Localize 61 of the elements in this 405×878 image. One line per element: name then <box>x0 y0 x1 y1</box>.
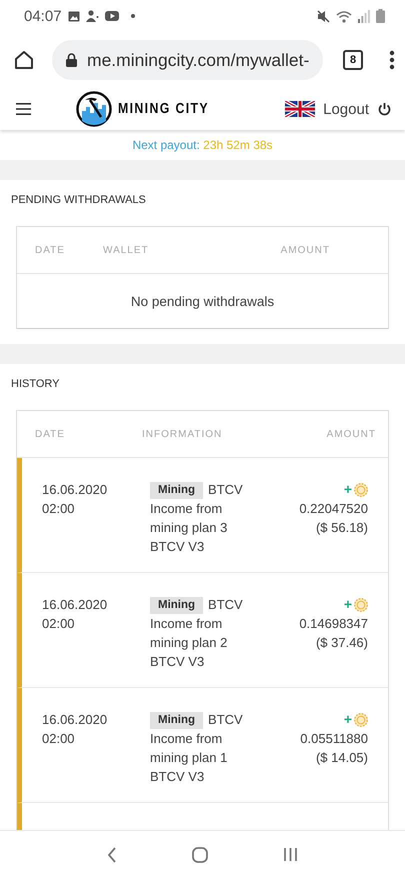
amount-value: 0.05511880 <box>300 730 368 748</box>
column-header: AMOUNT <box>280 244 330 256</box>
dot-icon <box>130 14 135 18</box>
currency-label: BTCV <box>208 712 243 727</box>
amount-usd: ($ 37.46) <box>316 634 368 652</box>
video-icon <box>104 11 119 21</box>
menu-icon[interactable] <box>16 103 31 115</box>
person-icon <box>86 10 99 22</box>
empty-message: No pending withdrawals <box>130 293 274 311</box>
transaction-time: 02:00 <box>42 730 76 748</box>
transaction-time: 02:00 <box>42 500 76 518</box>
coin-icon <box>354 712 368 726</box>
currency-label: BTCV <box>208 482 243 497</box>
more-menu-icon[interactable] <box>389 50 395 70</box>
transaction-date: 16.06.2020 <box>42 596 108 614</box>
wifi-icon <box>336 10 352 22</box>
transaction-date: 16.06.2020 <box>42 481 108 499</box>
currency-label: BTCV <box>208 597 243 612</box>
column-header: DATE <box>35 428 66 440</box>
coin-icon <box>354 598 368 612</box>
url-text: me.miningcity.com/mywallet- <box>87 50 310 70</box>
tab-count-button[interactable]: 8 <box>343 50 363 70</box>
column-header: INFORMATION <box>142 428 224 440</box>
category-tag: Mining <box>150 712 204 729</box>
amount-value: 0.14698347 <box>299 615 368 633</box>
column-header: DATE <box>35 244 66 256</box>
recent-apps-icon[interactable] <box>282 847 298 862</box>
battery-icon <box>376 9 385 23</box>
transaction-description: Income from mining plan 2 BTCV V3 <box>150 615 228 671</box>
clock-time: 04:07 <box>24 8 62 24</box>
signal-icon <box>358 10 370 22</box>
coin-icon <box>354 482 368 496</box>
power-icon[interactable] <box>378 102 391 116</box>
plus-sign: + <box>344 710 352 729</box>
image-icon <box>68 10 80 22</box>
transaction-time: 02:00 <box>42 615 76 633</box>
transaction-date: 16.06.2020 <box>42 711 108 729</box>
mute-icon <box>317 10 330 22</box>
transaction-description: Income from mining plan 1 BTCV V3 <box>150 730 228 786</box>
section-title: HISTORY <box>11 378 60 390</box>
amount-value: 0.22047520 <box>299 500 368 518</box>
section-title: PENDING WITHDRAWALS <box>11 194 146 206</box>
amount-usd: ($ 56.18) <box>316 519 368 537</box>
amount-usd: ($ 14.05) <box>316 749 368 767</box>
transaction-description: Income from mining plan 3 BTCV V3 <box>150 500 228 556</box>
home-button-icon[interactable] <box>192 846 208 862</box>
logout-button[interactable]: Logout <box>323 100 369 118</box>
category-tag: Mining <box>150 482 204 499</box>
back-icon[interactable] <box>107 846 118 862</box>
home-icon[interactable] <box>14 50 34 70</box>
logo-icon <box>76 91 112 127</box>
next-payout-text: Next payout: 23h 52m 38s <box>132 138 273 152</box>
column-header: WALLET <box>103 244 150 256</box>
address-bar[interactable]: me.miningcity.com/mywallet- <box>52 40 323 80</box>
plus-sign: + <box>344 595 352 614</box>
column-header: AMOUNT <box>326 428 376 440</box>
brand-name: MINING CITY <box>118 101 209 117</box>
plus-sign: + <box>344 480 352 499</box>
category-tag: Mining <box>150 597 204 614</box>
flag-icon[interactable] <box>285 101 316 117</box>
lock-icon <box>66 53 77 67</box>
